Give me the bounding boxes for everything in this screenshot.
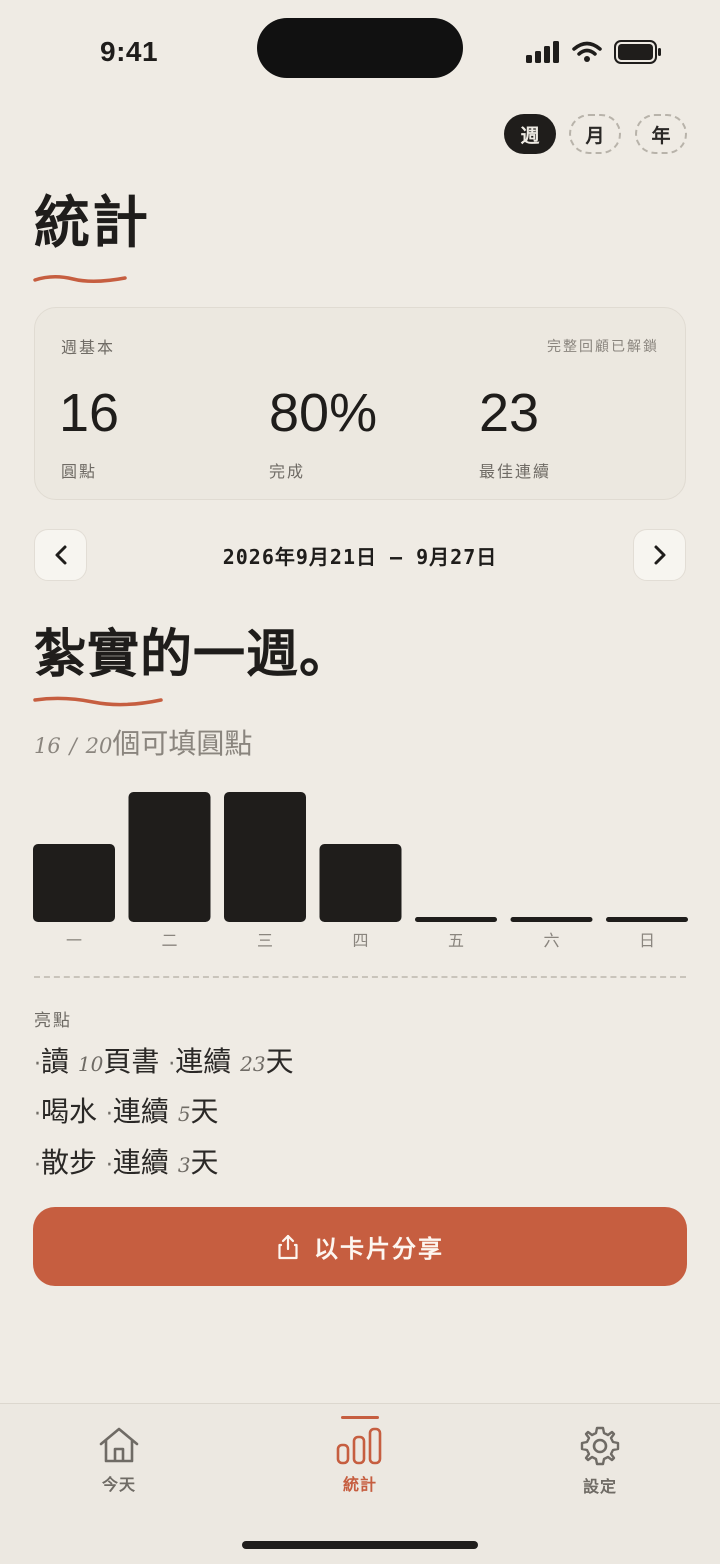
tab-today[interactable]: 今天 (59, 1425, 179, 1495)
active-tab-indicator (341, 1416, 379, 1419)
summary-filled: 16 (34, 734, 61, 758)
summary-suffix: 個可填圓點 (112, 727, 253, 760)
chart-bar (33, 844, 115, 922)
home-indicator (242, 1541, 478, 1549)
review-unlocked-note: 完整回顧已解鎖 (547, 339, 659, 355)
title-underline (33, 275, 127, 283)
highlight-item: ·散步 ·連續 3天 (34, 1146, 219, 1179)
summary-total: 20 (85, 734, 113, 758)
weekly-basics-card: 週基本 完整回顧已解鎖 16 圓點 80% 完成 23 最佳連續 (34, 307, 686, 500)
signal-icon (526, 41, 559, 63)
dots-summary: 16 / 20個可填圓點 (34, 722, 252, 762)
bar-chart-icon (336, 1427, 382, 1465)
chart-day-label: 六 (543, 931, 559, 950)
section-divider (34, 976, 686, 978)
headline-underline (33, 696, 163, 707)
chart-bar (415, 917, 497, 922)
chart-bar (128, 792, 211, 922)
chart-bar (606, 917, 688, 922)
chart-bar (510, 917, 593, 922)
home-icon (99, 1427, 139, 1463)
highlight-item: ·喝水 ·連續 5天 (34, 1095, 219, 1128)
metric-completion-value: 80% (269, 383, 378, 443)
next-week-button[interactable] (633, 529, 686, 581)
metric-dots-label: 圓點 (61, 462, 98, 481)
week-headline: 紮實的一週。 (34, 625, 353, 685)
highlights-title: 亮點 (34, 1011, 72, 1031)
basics-label: 週基本 (61, 338, 116, 357)
metric-completion-label: 完成 (269, 462, 306, 481)
share-icon (278, 1234, 298, 1259)
metric-streak-label: 最佳連續 (479, 462, 552, 481)
chart-day-label: 四 (352, 931, 368, 950)
chart-day-label: 一 (66, 931, 82, 950)
period-tab-week[interactable]: 週 (504, 114, 556, 154)
battery-icon (614, 40, 661, 64)
chart-day-label: 日 (639, 931, 655, 950)
tab-stats[interactable]: 統計 (300, 1416, 420, 1495)
wifi-icon (572, 41, 602, 62)
chevron-right-icon (654, 545, 665, 565)
period-tab-month[interactable]: 月 (569, 114, 621, 154)
weekly-bar-chart: 一二三四五六日 (33, 792, 688, 950)
share-as-card-button[interactable]: 以卡片分享 (33, 1207, 687, 1286)
share-button-label: 以卡片分享 (314, 1235, 444, 1263)
chart-day-label: 二 (161, 931, 177, 950)
week-date-range: 2026年9月21日 – 9月27日 (222, 545, 498, 569)
period-tab-year[interactable]: 年 (635, 114, 687, 154)
metric-streak-value: 23 (479, 383, 540, 443)
chart-day-label: 五 (448, 931, 464, 950)
page-title: 統計 (34, 191, 150, 256)
highlight-item: ·讀 10頁書 ·連續 23天 (34, 1045, 294, 1078)
status-time: 9:41 (100, 36, 159, 67)
dynamic-island (257, 18, 463, 78)
metric-dots-value: 16 (59, 383, 120, 443)
chart-day-label: 三 (257, 931, 273, 950)
tab-settings[interactable]: 設定 (540, 1425, 660, 1497)
chart-bar (319, 844, 402, 922)
summary-separator: / (69, 734, 77, 758)
status-icons (526, 40, 662, 64)
gear-icon (580, 1426, 620, 1466)
chart-bar (224, 792, 306, 922)
